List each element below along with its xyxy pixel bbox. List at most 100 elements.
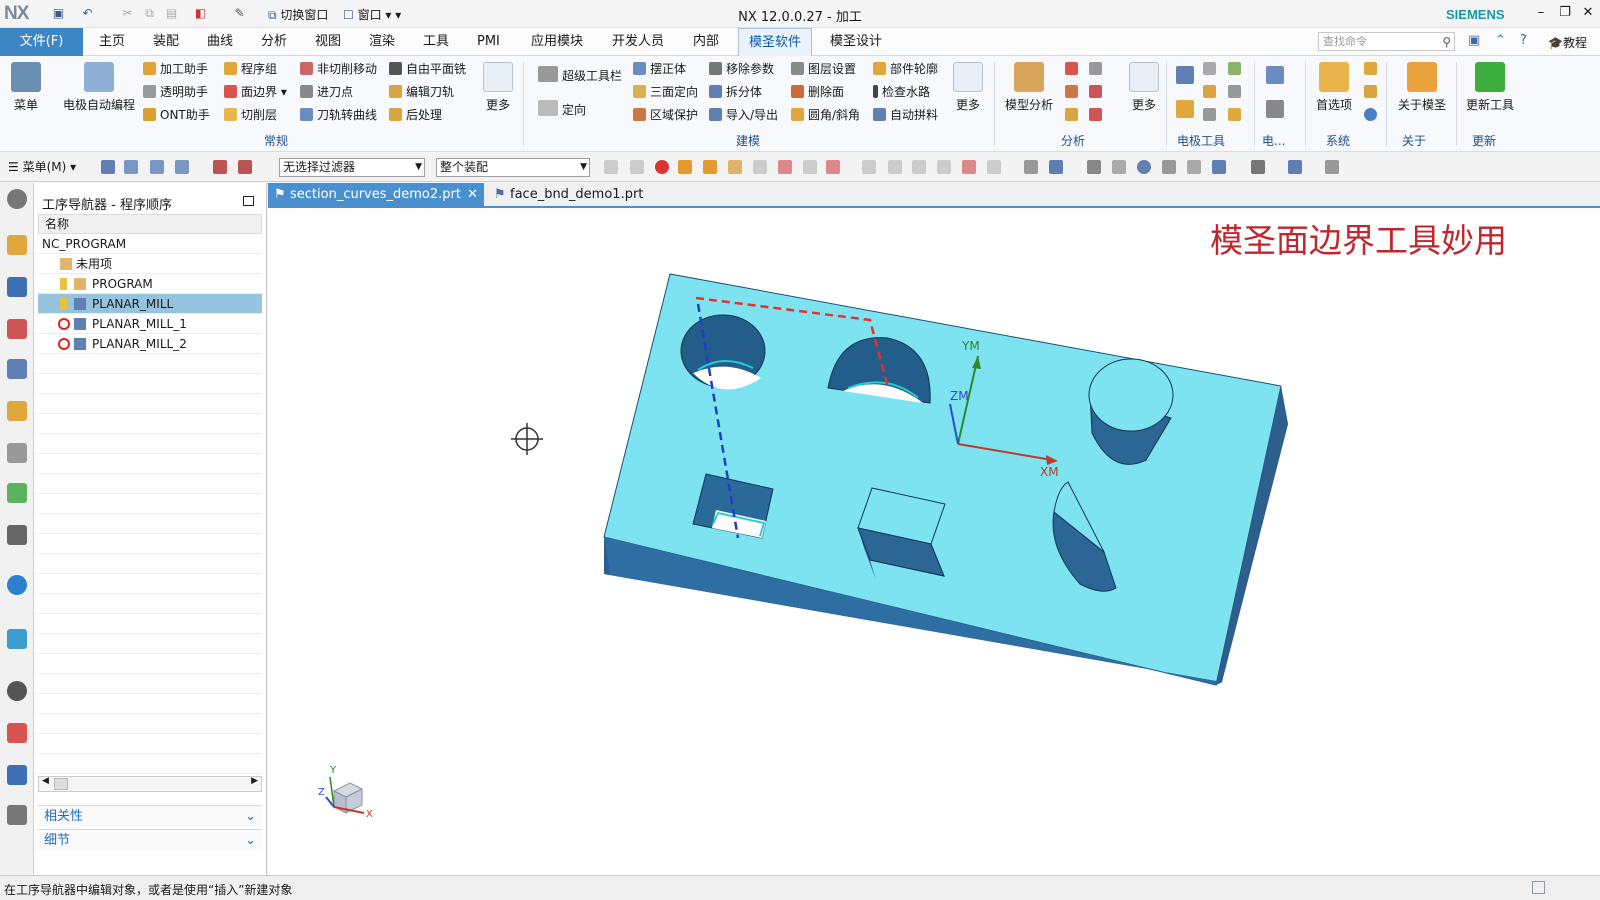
electrode-tool-4-button[interactable] xyxy=(1203,83,1220,101)
switch-window-button[interactable]: ⧉ 切换窗口 xyxy=(268,6,328,23)
menu-dropdown[interactable]: ☰ 菜单(M) ▾ xyxy=(8,158,76,176)
non-cutting-moves-button[interactable]: 非切削移动 xyxy=(300,60,377,78)
weight-button[interactable] xyxy=(1065,60,1082,78)
assembly-scope-select[interactable]: 整个装配 ▼ xyxy=(436,158,590,177)
free-planar-mill-button[interactable]: 自由平面铣 xyxy=(389,60,466,78)
select-icon[interactable] xyxy=(175,160,189,174)
palette-icon[interactable] xyxy=(7,483,27,503)
orient-view-icon[interactable] xyxy=(1288,160,1302,174)
angle-button[interactable] xyxy=(1089,106,1106,124)
model-analysis-button[interactable]: 模型分析 xyxy=(1004,62,1054,113)
solid-body-icon[interactable] xyxy=(678,160,692,174)
post-process-button[interactable]: 后处理 xyxy=(389,106,442,124)
about-mosheng-button[interactable]: 关于模圣 xyxy=(1394,62,1450,113)
machine-tool-navigator-icon[interactable] xyxy=(7,277,27,297)
tree-row-nc-program[interactable]: NC_PROGRAM xyxy=(38,234,262,254)
curve-icon[interactable] xyxy=(778,160,792,174)
cut-levels-button[interactable]: 切削层 xyxy=(224,106,277,124)
snap-point-icon[interactable] xyxy=(826,160,840,174)
fillet-chamfer-button[interactable]: 圆角/斜角 xyxy=(791,106,860,124)
square-body-button[interactable]: 摆正体 xyxy=(633,60,686,78)
render-style-icon[interactable] xyxy=(1212,160,1226,174)
clip-icon[interactable] xyxy=(1187,160,1201,174)
doc-tab-section-curves[interactable]: ⚑ section_curves_demo2.prt ✕ xyxy=(268,183,484,208)
file-menu[interactable]: 文件(F) xyxy=(0,28,83,56)
draft-check-button[interactable] xyxy=(1089,83,1106,101)
tab-curve[interactable]: 曲线 xyxy=(197,28,243,56)
snap-icon[interactable] xyxy=(630,160,644,174)
ribbon-options-icon[interactable]: ▣ xyxy=(1468,33,1480,48)
body-icon[interactable] xyxy=(753,160,767,174)
face-icon[interactable] xyxy=(703,160,717,174)
undo-icon[interactable]: ↶ xyxy=(80,6,95,21)
reuse-library-icon[interactable] xyxy=(7,443,27,463)
snap-icon[interactable] xyxy=(912,160,926,174)
snap-icon[interactable] xyxy=(962,160,976,174)
settings-gear-icon[interactable] xyxy=(7,189,27,209)
process-icon[interactable] xyxy=(7,765,27,785)
filter-icon[interactable] xyxy=(213,160,227,174)
orient-button[interactable]: 定向 xyxy=(538,100,586,118)
tree-row-planar-mill-2[interactable]: PLANAR_MILL_2 xyxy=(38,334,262,354)
region-protect-button[interactable]: 区域保护 xyxy=(633,106,698,124)
tab-analysis[interactable]: 分析 xyxy=(251,28,297,56)
electrode-tool-6-button[interactable] xyxy=(1228,60,1245,78)
help-icon[interactable]: ? xyxy=(1520,33,1527,48)
tab-home[interactable]: 主页 xyxy=(89,28,135,56)
electrode-tool-1-button[interactable] xyxy=(1176,66,1198,84)
snap-icon[interactable] xyxy=(888,160,902,174)
more-model-button[interactable]: 更多 xyxy=(952,62,984,113)
select-icon[interactable] xyxy=(150,160,164,174)
electrode-tool-7-button[interactable] xyxy=(1228,83,1245,101)
window-menu-button[interactable]: ☐ 窗口 ▾ ▾ xyxy=(343,6,401,23)
maximize-panel-icon[interactable] xyxy=(243,196,254,206)
graphics-window[interactable]: 模圣面边界工具妙用 YM ZM XM Y Z X xyxy=(268,208,1600,875)
program-group-button[interactable]: 程序组 xyxy=(224,60,277,78)
fullscreen-icon[interactable] xyxy=(1532,881,1545,894)
machining-feature-icon[interactable] xyxy=(7,401,27,421)
tab-assembly[interactable]: 装配 xyxy=(143,28,189,56)
electrode-tool-8-button[interactable] xyxy=(1228,106,1245,124)
tab-view[interactable]: 视图 xyxy=(305,28,351,56)
doc-tab-face-bnd[interactable]: ⚑ face_bnd_demo1.prt xyxy=(488,183,648,208)
more-analysis-button[interactable]: 更多 xyxy=(1128,62,1160,113)
face-color-button[interactable] xyxy=(1065,83,1082,101)
select-icon[interactable] xyxy=(101,160,115,174)
remove-params-button[interactable]: 移除参数 xyxy=(709,60,774,78)
geometry-navigator-icon[interactable] xyxy=(7,319,27,339)
details-panel-header[interactable]: 细节 ⌄ xyxy=(38,829,262,851)
split-body-button[interactable]: 拆分体 xyxy=(709,83,762,101)
tree-row-unused[interactable]: 未用项 xyxy=(38,254,262,274)
body-icon[interactable] xyxy=(728,160,742,174)
history-clock-icon[interactable] xyxy=(7,681,27,701)
copy-icon[interactable]: ⧉ xyxy=(142,6,157,21)
roles-icon[interactable] xyxy=(7,805,27,825)
volume-button[interactable] xyxy=(1065,106,1082,124)
auto-stock-button[interactable]: 自动拼料 xyxy=(873,106,938,124)
tab-mosheng-software[interactable]: 模圣软件 xyxy=(738,28,813,56)
electrode-tool-2-button[interactable] xyxy=(1176,100,1198,118)
view-options-icon[interactable] xyxy=(1325,160,1339,174)
collapse-ribbon-icon[interactable]: ⌃ xyxy=(1495,33,1506,48)
column-header-name[interactable]: 名称 xyxy=(38,214,262,234)
import-export-button[interactable]: 导入/导出 xyxy=(709,106,778,124)
info-icon[interactable] xyxy=(7,575,27,595)
electrode-tool-5-button[interactable] xyxy=(1203,106,1220,124)
transparent-assistant-button[interactable]: 透明助手 xyxy=(143,83,208,101)
entry-point-button[interactable]: 进刀点 xyxy=(300,83,353,101)
repeat-command-icon[interactable]: ◧ xyxy=(193,6,208,21)
minimize-button[interactable]: – xyxy=(1531,4,1551,22)
operation-navigator-icon[interactable] xyxy=(7,359,27,379)
system-tool-1-button[interactable] xyxy=(1364,60,1381,78)
point-icon[interactable] xyxy=(803,160,817,174)
zoom-icon[interactable] xyxy=(1112,160,1126,174)
view-icon[interactable] xyxy=(1024,160,1038,174)
close-tab-icon[interactable]: ✕ xyxy=(467,183,478,207)
tutorial-link[interactable]: 🎓教程 xyxy=(1548,34,1587,51)
check-waterline-button[interactable]: 检查水路 xyxy=(873,83,930,101)
tab-applications[interactable]: 应用模块 xyxy=(521,28,593,56)
tab-tools[interactable]: 工具 xyxy=(413,28,459,56)
lock-button[interactable] xyxy=(1364,83,1381,101)
touch-mode-icon[interactable]: ✎ xyxy=(232,6,247,21)
box-select-icon[interactable] xyxy=(987,160,1001,174)
